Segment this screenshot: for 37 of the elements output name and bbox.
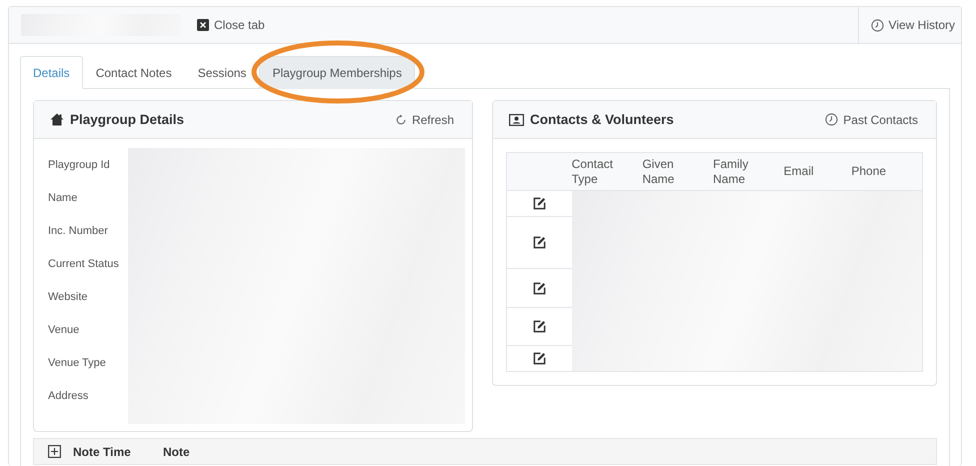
tab[interactable]: Contact Notes: [82, 56, 185, 89]
column-header: Given Name: [642, 156, 676, 186]
refresh-button[interactable]: Refresh: [394, 112, 454, 126]
field-label: Venue: [48, 323, 80, 338]
add-icon[interactable]: [48, 445, 61, 458]
column-header: Contact Type: [572, 156, 614, 186]
edit-icon[interactable]: [533, 197, 546, 210]
card-title: Playgroup Details: [70, 112, 184, 127]
close-icon: [197, 19, 209, 31]
refresh-icon: [394, 114, 407, 126]
tab[interactable]: Details: [20, 56, 83, 89]
column-header: Email: [784, 164, 815, 179]
card-title: Contacts & Volunteers: [530, 112, 674, 127]
clock-icon: [825, 113, 838, 126]
edit-icon[interactable]: [533, 320, 546, 333]
clock-icon: [870, 18, 884, 32]
field-label: Website: [48, 290, 89, 305]
tab[interactable]: Playgroup Memberships: [259, 56, 415, 89]
field-label: Name: [48, 191, 78, 206]
tab[interactable]: Sessions: [184, 56, 260, 89]
field-label: Playgroup Id: [48, 158, 111, 173]
close-tab-button[interactable]: Close tab: [197, 18, 265, 32]
view-history-button[interactable]: View History: [858, 7, 961, 43]
column-header: Note: [163, 444, 190, 458]
field-label: Address: [48, 389, 90, 404]
edit-icon[interactable]: [533, 282, 546, 294]
contact-card-icon: [509, 114, 524, 126]
house-icon: [50, 113, 64, 126]
column-header: Note Time: [73, 444, 132, 458]
past-contacts-button[interactable]: Past Contacts: [825, 112, 918, 126]
column-header: Family Name: [712, 156, 750, 186]
edit-icon[interactable]: [533, 352, 546, 365]
edit-icon[interactable]: [533, 236, 546, 249]
field-label: Current Status: [48, 257, 120, 272]
field-label: Venue Type: [48, 356, 107, 371]
field-label: Inc. Number: [48, 224, 109, 239]
column-header: Phone: [851, 164, 888, 179]
